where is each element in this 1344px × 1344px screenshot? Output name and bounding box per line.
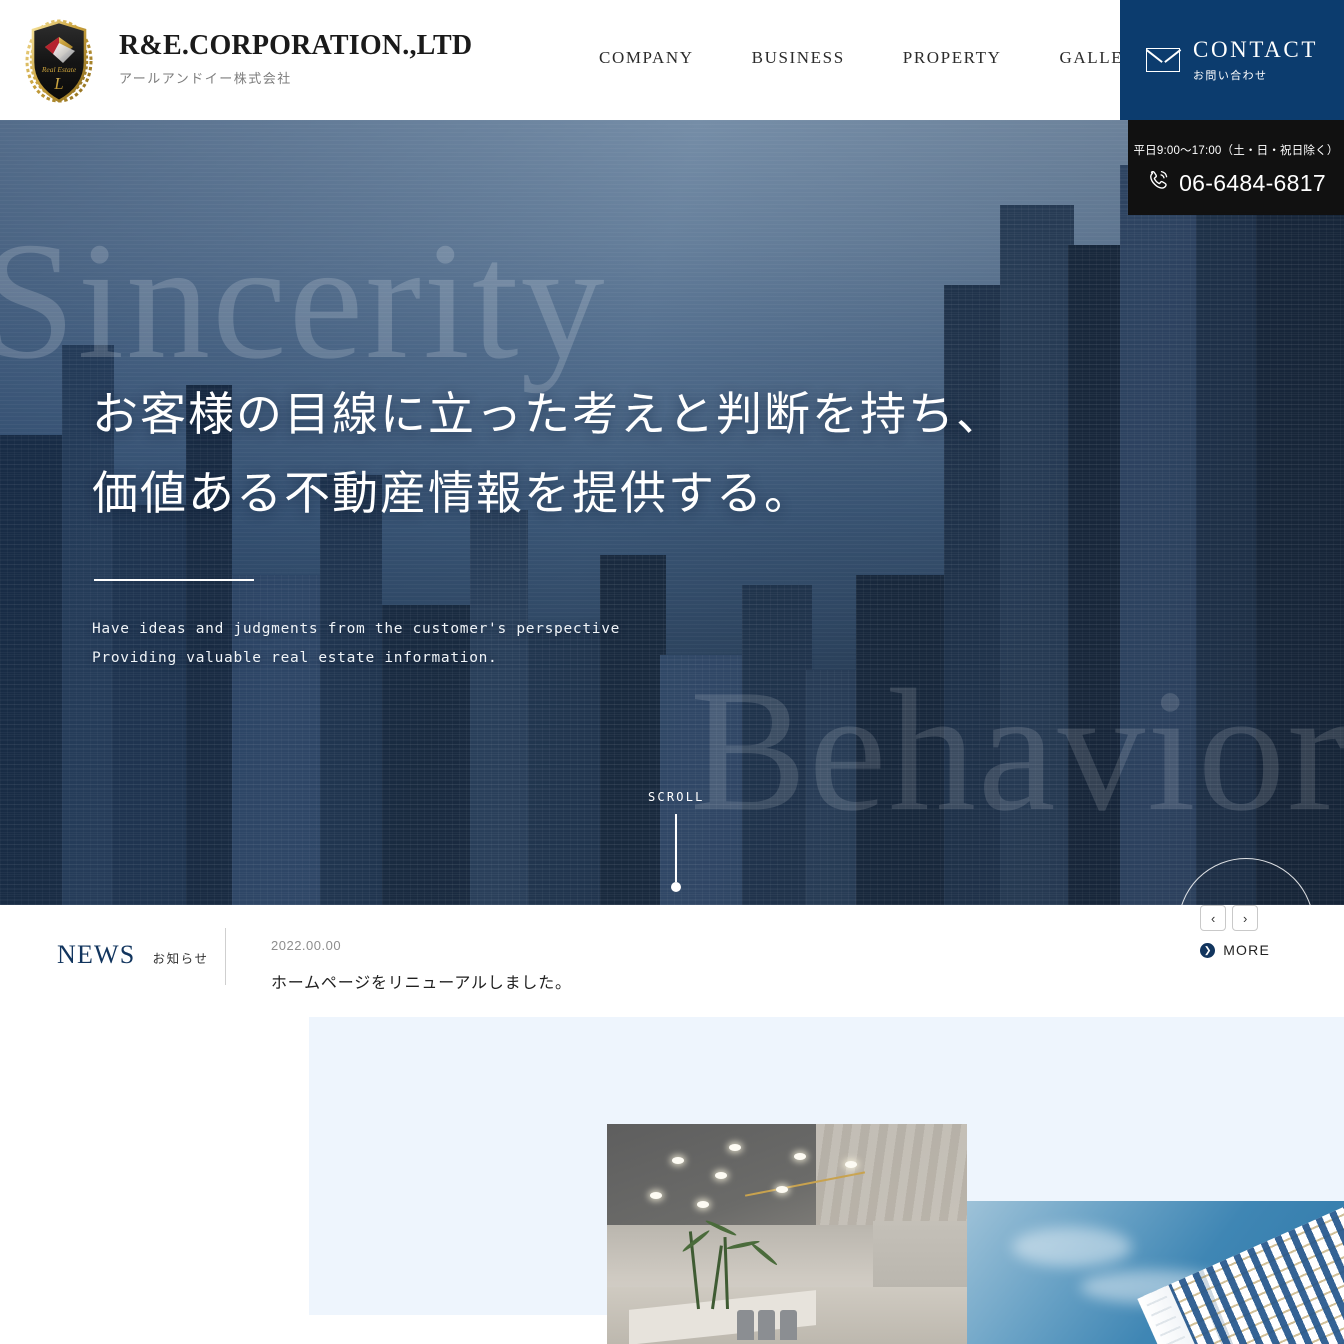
news-prev-button[interactable]: ‹ bbox=[1200, 905, 1227, 931]
svg-text:L: L bbox=[53, 74, 63, 93]
news-more-link[interactable]: ❯ MORE bbox=[1200, 942, 1270, 958]
news-item-date: 2022.00.00 bbox=[271, 938, 342, 953]
phone-number[interactable]: 06-6484-6817 bbox=[1179, 170, 1326, 197]
svg-text:Real Estate: Real Estate bbox=[41, 65, 77, 74]
nav-item-property[interactable]: PROPERTY bbox=[874, 48, 1031, 68]
phone-info-bar: 平日9:00〜17:00（土・日・祝日除く） 06-6484-6817 bbox=[1128, 120, 1344, 215]
hero-copy: お客様の目線に立った考えと判断を持ち、 価値ある不動産情報を提供する。 Have… bbox=[92, 375, 1004, 673]
news-vertical-divider bbox=[225, 928, 226, 985]
phone-icon bbox=[1146, 168, 1171, 198]
contact-label: CONTACT bbox=[1193, 36, 1318, 62]
hero-watermark-sincerity: Sincerity bbox=[0, 208, 607, 394]
news-controls: ‹ › ❯ MORE bbox=[1200, 905, 1270, 958]
news-next-button[interactable]: › bbox=[1232, 905, 1259, 931]
brand-name: R&E.CORPORATION.,LTD bbox=[119, 29, 473, 61]
brand-logo-link[interactable]: Real Estate L R&E.CORPORATION.,LTD アールアン… bbox=[23, 9, 472, 109]
scroll-dot bbox=[671, 882, 682, 892]
mail-icon bbox=[1146, 48, 1181, 72]
hero-headline-line2: 価値ある不動産情報を提供する。 bbox=[92, 468, 812, 520]
hero-watermark-behavior: Behavior bbox=[690, 653, 1344, 847]
news-heading: NEWS お知らせ bbox=[57, 940, 209, 970]
main-navigation: COMPANY BUSINESS PROPERTY GALLERY bbox=[570, 48, 1178, 68]
site-header: Real Estate L R&E.CORPORATION.,LTD アールアン… bbox=[0, 0, 1344, 120]
contact-sublabel: お問い合わせ bbox=[1193, 70, 1268, 83]
chevron-right-icon: ❯ bbox=[1200, 942, 1216, 958]
brand-subtitle: アールアンドイー株式会社 bbox=[119, 71, 292, 87]
nav-item-business[interactable]: BUSINESS bbox=[723, 48, 874, 68]
hero-slider: Sincerity Behavior お客様の目線に立った考えと判断を持ち、 価… bbox=[0, 120, 1344, 905]
contact-button[interactable]: CONTACT お問い合わせ bbox=[1120, 0, 1344, 120]
office-lounge-interior-photo bbox=[607, 1124, 967, 1344]
news-title: NEWS bbox=[57, 940, 136, 969]
hero-divider-rule bbox=[94, 579, 254, 582]
scroll-label: SCROLL bbox=[648, 790, 705, 804]
hero-subtitle-line2: Providing valuable real estate informati… bbox=[92, 650, 498, 667]
skyscraper-sky-photo bbox=[967, 1201, 1344, 1344]
news-section: NEWS お知らせ 2022.00.00 ホームページをリニューアルしました。 … bbox=[0, 905, 1344, 1017]
shield-crest-logo-icon: Real Estate L bbox=[23, 9, 95, 109]
news-title-jp: お知らせ bbox=[152, 952, 209, 966]
news-item-title[interactable]: ホームページをリニューアルしました。 bbox=[271, 969, 572, 993]
phone-hours: 平日9:00〜17:00（土・日・祝日除く） bbox=[1133, 145, 1339, 157]
scroll-line bbox=[675, 814, 678, 882]
bottom-section bbox=[0, 907, 1344, 1344]
nav-item-company[interactable]: COMPANY bbox=[570, 48, 723, 68]
scroll-indicator[interactable]: SCROLL bbox=[648, 790, 705, 892]
news-list-item[interactable]: 2022.00.00 ホームページをリニューアルしました。 bbox=[271, 938, 572, 993]
hero-subtitle-line1: Have ideas and judgments from the custom… bbox=[92, 621, 621, 638]
hero-headline-line1: お客様の目線に立った考えと判断を持ち、 bbox=[92, 389, 1004, 440]
news-more-label: MORE bbox=[1223, 942, 1270, 958]
